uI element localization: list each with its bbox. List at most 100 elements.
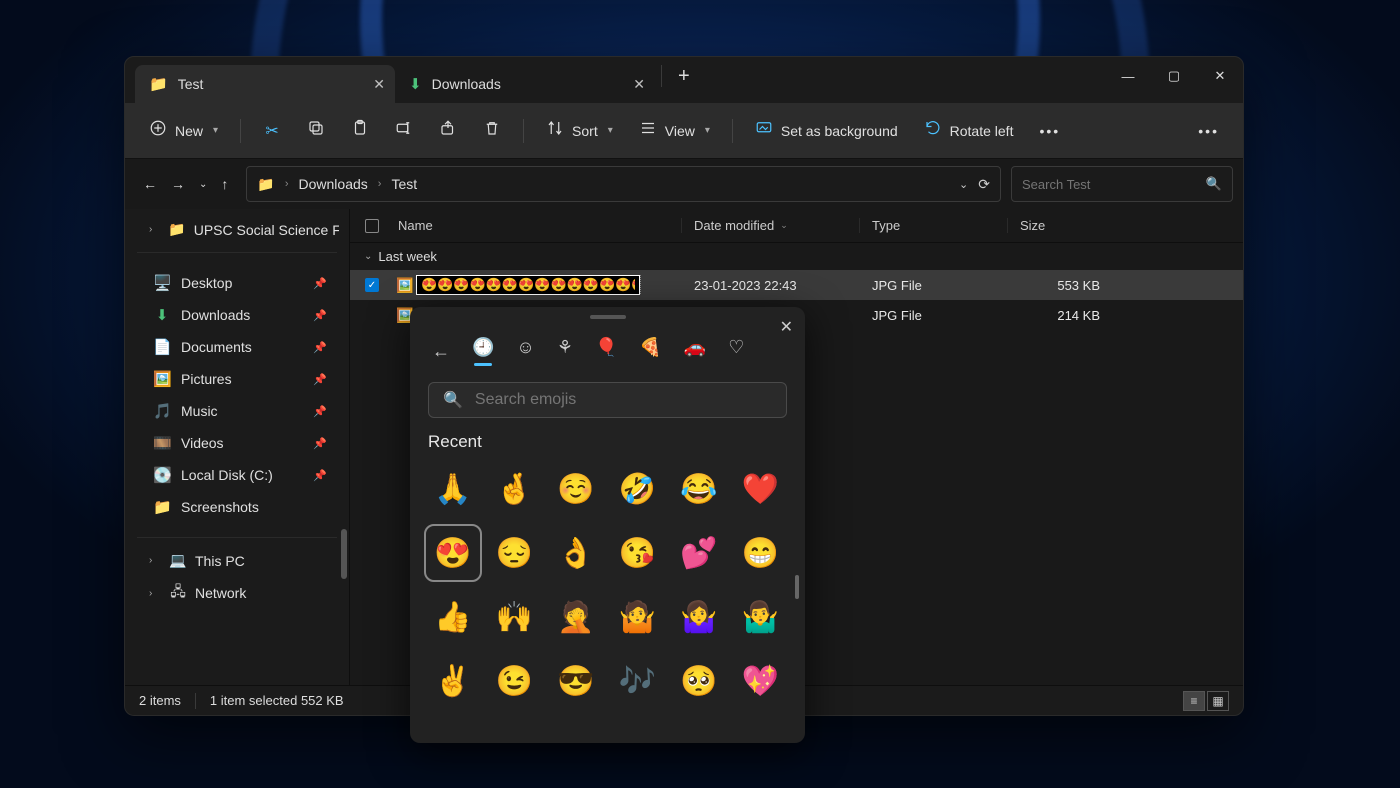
breadcrumb-segment[interactable]: Downloads: [299, 176, 368, 192]
category-travel[interactable]: 🚗: [684, 337, 706, 366]
sidebar-location-item[interactable]: ›💻This PC: [125, 546, 349, 575]
set-background-button[interactable]: Set as background: [745, 113, 908, 148]
emoji-cell[interactable]: 💖: [736, 656, 786, 706]
overflow-button[interactable]: •••: [1188, 117, 1229, 145]
emoji-cell[interactable]: 🎶: [613, 656, 663, 706]
sidebar-item-label: Pictures: [181, 371, 232, 387]
forward-button[interactable]: →: [171, 176, 185, 192]
tree-item-label: UPSC Social Science Fu: [194, 222, 339, 238]
select-all-checkbox[interactable]: [365, 219, 379, 233]
emoji-cell[interactable]: 👍: [428, 592, 478, 642]
emoji-cell[interactable]: 👌: [551, 528, 601, 578]
sidebar-quick-item[interactable]: 💽Local Disk (C:)📌: [133, 459, 341, 491]
close-tab-button[interactable]: ✕: [633, 76, 645, 93]
close-tab-button[interactable]: ✕: [373, 76, 385, 93]
sidebar-quick-item[interactable]: 🎞️Videos📌: [133, 427, 341, 459]
column-header-name[interactable]: Name: [394, 218, 682, 233]
emoji-search[interactable]: 🔍: [428, 382, 787, 418]
sidebar-quick-item[interactable]: 📁Screenshots: [133, 491, 341, 523]
emoji-cell[interactable]: 🙏: [428, 464, 478, 514]
column-header-type[interactable]: Type: [860, 218, 1008, 233]
rename-button[interactable]: [385, 113, 423, 148]
copy-button[interactable]: [297, 113, 335, 148]
search-box[interactable]: 🔍: [1011, 166, 1233, 202]
emoji-cell[interactable]: 🤞: [490, 464, 540, 514]
sidebar-quick-item[interactable]: 🎵Music📌: [133, 395, 341, 427]
rename-icon: [395, 119, 413, 142]
up-button[interactable]: ↑: [221, 176, 228, 192]
column-header-size[interactable]: Size: [1008, 218, 1108, 233]
cut-button[interactable]: ✂: [253, 115, 291, 147]
close-window-button[interactable]: ✕: [1197, 57, 1243, 95]
sidebar-location-item[interactable]: ›🖧Network: [125, 575, 349, 611]
delete-button[interactable]: [473, 113, 511, 148]
category-recent[interactable]: 🕘: [472, 337, 494, 366]
emoji-cell[interactable]: 🤷‍♂️: [736, 592, 786, 642]
recent-locations-button[interactable]: ⌄: [199, 179, 207, 190]
emoji-scrollbar[interactable]: [795, 575, 799, 599]
category-people[interactable]: ⚘: [557, 337, 573, 366]
rename-input[interactable]: [416, 275, 640, 295]
sidebar-quick-item[interactable]: 🖼️Pictures📌: [133, 363, 341, 395]
tree-item[interactable]: › 📁 UPSC Social Science Fu: [125, 215, 349, 244]
emoji-cell[interactable]: 🤦: [551, 592, 601, 642]
emoji-cell[interactable]: 😎: [551, 656, 601, 706]
emoji-cell[interactable]: 🤷‍♀️: [674, 592, 724, 642]
back-button[interactable]: ←: [143, 176, 157, 192]
file-row[interactable]: ✓🖼️23-01-2023 22:43JPG File553 KB: [350, 270, 1243, 300]
emoji-cell[interactable]: 😂: [674, 464, 724, 514]
sidebar-item-label: Videos: [181, 435, 224, 451]
explorer-tab[interactable]: ⬇Downloads✕: [395, 65, 655, 103]
emoji-cell[interactable]: 😉: [490, 656, 540, 706]
emoji-cell[interactable]: ✌️: [428, 656, 478, 706]
sort-button[interactable]: Sort ▾: [536, 113, 623, 148]
row-checkbox[interactable]: ✓: [365, 278, 379, 292]
chevron-down-icon: ⌄: [364, 251, 372, 262]
category-symbols[interactable]: ♡: [728, 337, 744, 366]
emoji-cell[interactable]: 😔: [490, 528, 540, 578]
explorer-tab[interactable]: 📁Test✕: [135, 65, 395, 103]
emoji-cell[interactable]: ❤️: [736, 464, 786, 514]
location-icon: 🎵: [153, 402, 171, 420]
emoji-cell[interactable]: 😍: [428, 528, 478, 578]
refresh-icon[interactable]: ⟳: [978, 176, 990, 193]
thumbnails-view-toggle[interactable]: ▦: [1207, 691, 1229, 711]
emoji-cell[interactable]: 🤷: [613, 592, 663, 642]
view-button[interactable]: View ▾: [629, 113, 720, 148]
breadcrumb-segment[interactable]: Test: [391, 176, 417, 192]
sidebar-quick-item[interactable]: 📄Documents📌: [133, 331, 341, 363]
category-smileys[interactable]: ☺: [516, 337, 534, 366]
maximize-button[interactable]: ▢: [1151, 57, 1197, 95]
back-button[interactable]: ←: [432, 341, 450, 362]
rotate-left-button[interactable]: Rotate left: [914, 113, 1024, 148]
category-food[interactable]: 🍕: [639, 337, 661, 366]
new-tab-button[interactable]: +: [668, 65, 700, 96]
chevron-right-icon: ›: [285, 178, 289, 190]
new-button[interactable]: New ▾: [139, 113, 228, 148]
emoji-cell[interactable]: 😘: [613, 528, 663, 578]
sidebar-scrollbar[interactable]: [341, 529, 347, 579]
group-header[interactable]: ⌄ Last week: [350, 243, 1243, 270]
search-input[interactable]: [1022, 177, 1192, 192]
sidebar-quick-item[interactable]: 🖥️Desktop📌: [133, 267, 341, 299]
close-panel-button[interactable]: ✕: [780, 317, 793, 337]
sidebar-quick-item[interactable]: ⬇Downloads📌: [133, 299, 341, 331]
category-activities[interactable]: 🎈: [595, 337, 617, 366]
emoji-cell[interactable]: 😁: [736, 528, 786, 578]
details-view-toggle[interactable]: ≡: [1183, 691, 1205, 711]
pin-icon: 📌: [313, 373, 327, 386]
share-button[interactable]: [429, 113, 467, 148]
emoji-cell[interactable]: ☺️: [551, 464, 601, 514]
view-label: View: [665, 123, 695, 139]
address-bar[interactable]: 📁 › Downloads › Test ⌄ ⟳: [246, 166, 1001, 202]
emoji-cell[interactable]: 🤣: [613, 464, 663, 514]
column-header-date[interactable]: Date modified⌄: [682, 218, 860, 233]
emoji-cell[interactable]: 💕: [674, 528, 724, 578]
paste-button[interactable]: [341, 113, 379, 148]
more-actions-button[interactable]: •••: [1029, 117, 1070, 145]
minimize-button[interactable]: ―: [1105, 57, 1151, 95]
chevron-down-icon[interactable]: ⌄: [959, 178, 968, 191]
emoji-cell[interactable]: 🥺: [674, 656, 724, 706]
emoji-cell[interactable]: 🙌: [490, 592, 540, 642]
emoji-search-input[interactable]: [475, 391, 772, 409]
